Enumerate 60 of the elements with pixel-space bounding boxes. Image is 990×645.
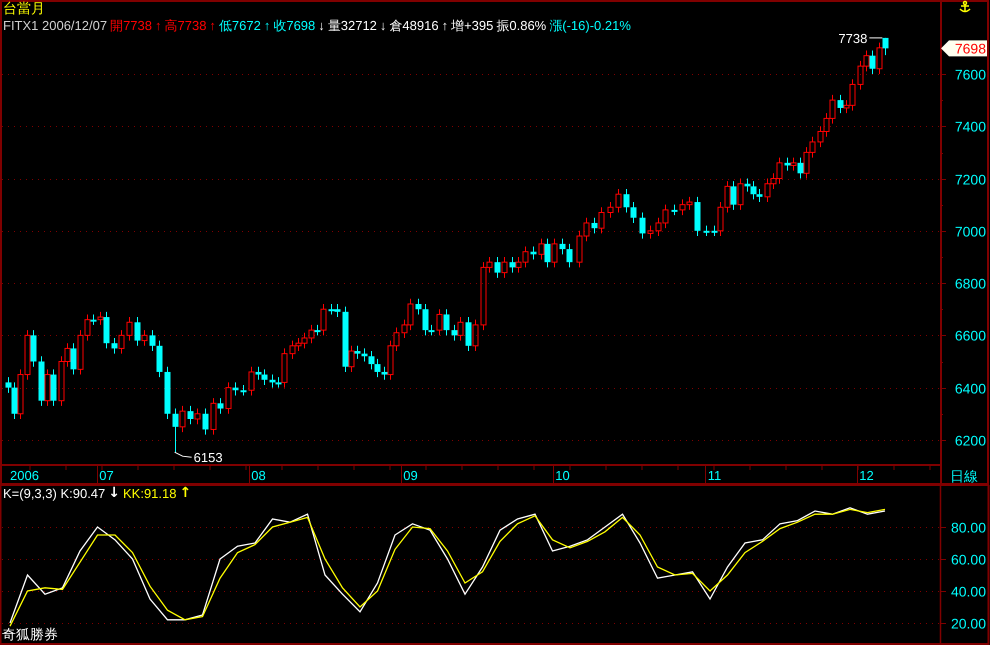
quote-value: 開7738 (110, 17, 152, 34)
month-label: 12 (859, 468, 874, 483)
year-label: 2006 (10, 468, 39, 483)
arrow-indicator: ↓ (380, 17, 386, 34)
candlestick (126, 316, 132, 342)
candlestick (240, 384, 246, 396)
quote-value: 倉48916 (389, 17, 439, 34)
axis-label: 6200 (954, 432, 986, 448)
quote-value: 收7698 (273, 17, 316, 34)
axis-label: 40.00 (950, 584, 986, 600)
quote-value: 低7672 (218, 17, 261, 34)
quote-value: 高7738 (164, 17, 206, 34)
axis-label: 20.00 (950, 616, 986, 632)
quote-value: 量32712 (328, 17, 377, 34)
axis-label: 6800 (954, 276, 986, 292)
axis-label: 80.00 (950, 520, 986, 536)
period-label: 日線 (950, 469, 978, 485)
indicator-value: KK:91.18 (123, 485, 176, 502)
brand-label: 奇狐勝券 (2, 626, 58, 644)
arrow-indicator: ↓ (108, 485, 120, 502)
last-price-flag: 7698 (941, 40, 987, 56)
arrow-indicator: ↑ (264, 17, 270, 34)
leader-line (174, 452, 192, 458)
quote-value: 增+395 (451, 17, 494, 34)
axis-label: 6600 (954, 328, 986, 344)
month-label: 09 (403, 468, 418, 483)
month-label: 07 (99, 468, 114, 483)
axis-label: 7200 (954, 172, 986, 188)
quote-value: 振0.86% (496, 17, 546, 34)
month-label: 11 (708, 468, 722, 483)
candlestick (530, 246, 536, 260)
axis-label: 7600 (954, 66, 986, 82)
axis-label: 6400 (954, 380, 986, 396)
candlestick (202, 408, 208, 436)
high-label: 7738 (838, 30, 868, 46)
axis-label: 60.00 (950, 552, 986, 568)
candlestick (648, 225, 654, 240)
arrow-indicator: ↓ (318, 17, 325, 34)
candlestick (640, 212, 646, 240)
arrow-indicator: ↑ (180, 485, 192, 502)
candlestick (672, 204, 678, 216)
quote-value: FITX1 2006/12/07 (3, 17, 108, 34)
indicator-value: K=(9,3,3) K:90.47 (3, 485, 106, 502)
arrow-indicator: ↑ (442, 17, 448, 34)
axis-label: 7400 (954, 118, 986, 134)
candlestick (164, 366, 170, 420)
candlestick (608, 202, 614, 218)
arrow-indicator: ↑ (155, 17, 162, 34)
axis-label: 7000 (954, 224, 986, 240)
arrow-indicator: ↑ (209, 17, 216, 34)
month-label: 10 (555, 468, 570, 483)
anchor-icon (960, 0, 970, 12)
month-label: 08 (251, 468, 266, 483)
candlestick (616, 188, 622, 213)
leader-line (868, 37, 883, 38)
low-label: 6153 (194, 450, 223, 466)
candlestick (704, 225, 710, 237)
chart-title: 台當月 (3, 0, 46, 17)
candlestick (694, 196, 700, 237)
quote-value: 漲(-16)-0.21% (549, 17, 631, 34)
